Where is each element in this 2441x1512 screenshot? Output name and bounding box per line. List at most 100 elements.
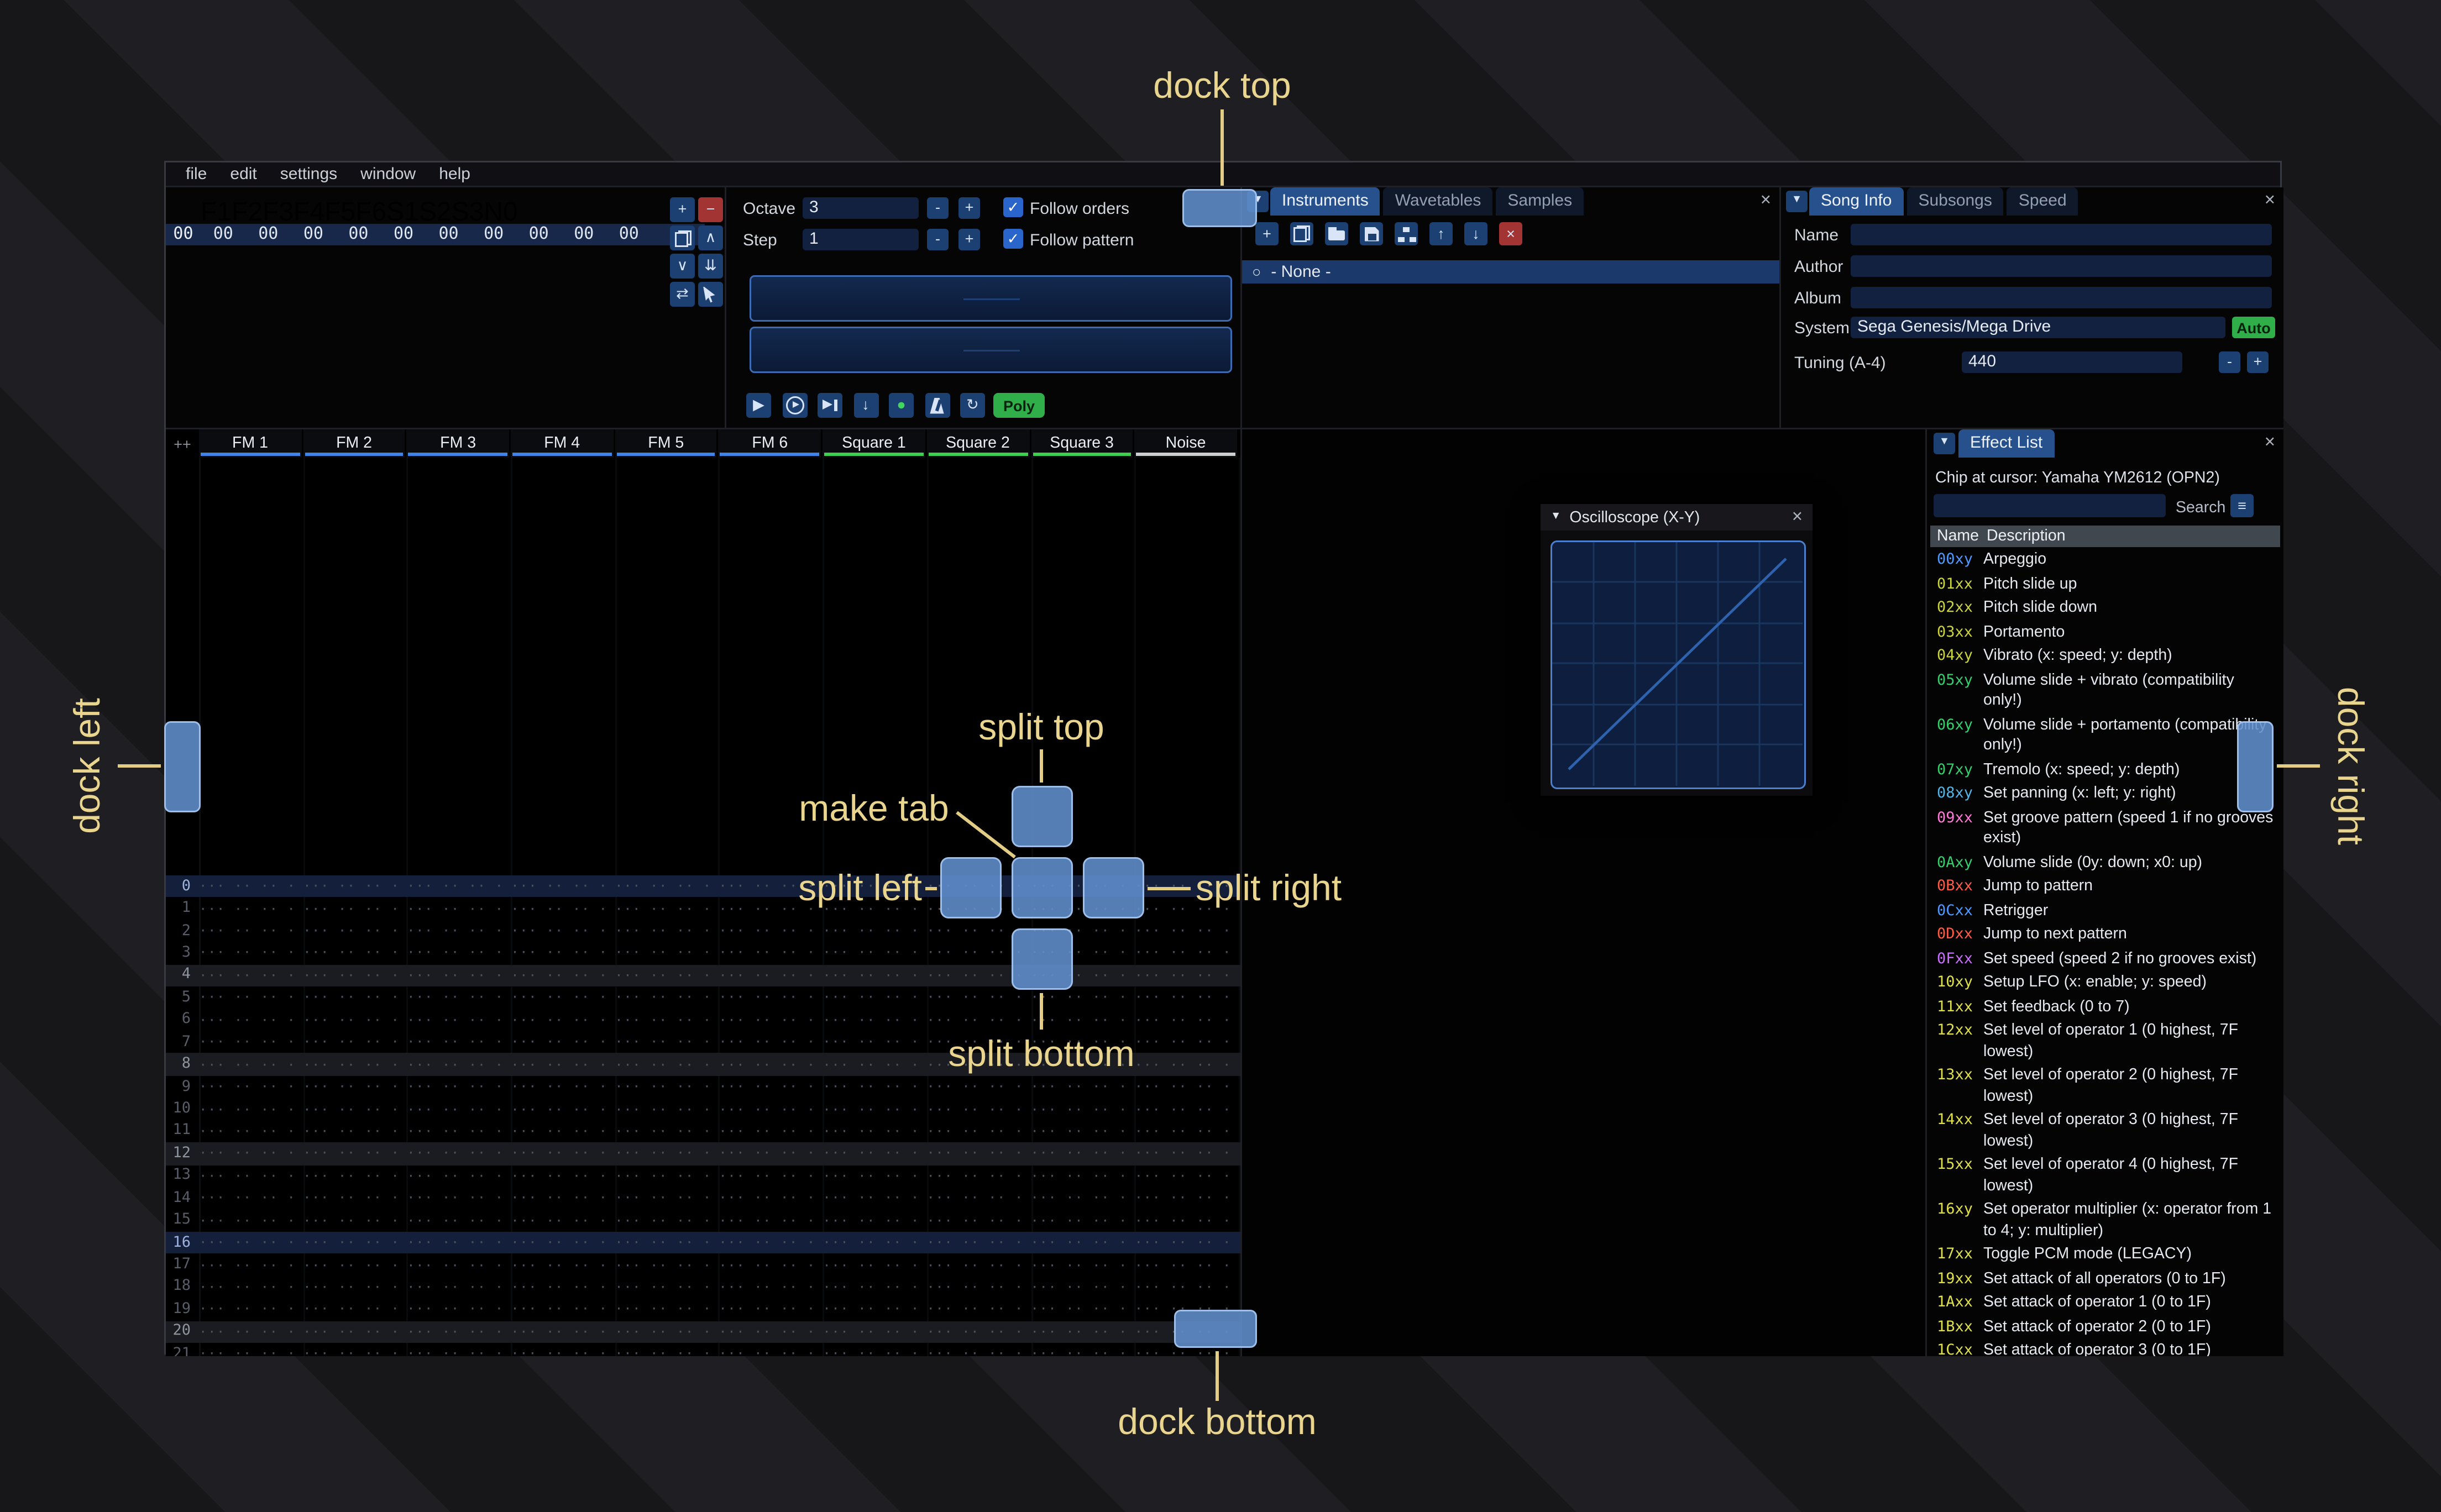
pattern-cell[interactable]: ··· ·· ·· ··· [402, 1102, 506, 1117]
pattern-cell[interactable]: ··· ·· ·· ··· [194, 1258, 298, 1273]
pattern-cell[interactable]: ··· ·· ·· ··· [818, 990, 921, 1005]
pattern-cell[interactable]: ··· ·· ·· ··· [298, 901, 402, 916]
order-cell[interactable]: 00 [471, 225, 516, 244]
song-author-input[interactable] [1851, 255, 2272, 277]
song-name-input[interactable] [1851, 224, 2272, 245]
effect-tab-list-button[interactable]: ▼ [1934, 433, 1955, 454]
pattern-cell[interactable]: ··· ·· ·· ··· [818, 1213, 921, 1228]
pattern-cell[interactable]: ··· ·· ·· ··· [402, 923, 506, 938]
pattern-cell[interactable]: ··· ·· ·· ··· [921, 1191, 1025, 1206]
move-instrument-up-button[interactable]: ↑ [1429, 222, 1453, 245]
order-cell[interactable]: 00 [291, 225, 336, 244]
menu-item-edit[interactable]: edit [218, 162, 268, 187]
duplicate-order-end-button[interactable]: ⇊ [698, 254, 723, 279]
oscilloscope-titlebar[interactable]: ▼ Oscilloscope (X-Y) × [1541, 504, 1813, 531]
pattern-cell[interactable]: ··· ·· ·· ··· [298, 968, 402, 983]
move-order-down-button[interactable]: ∨ [670, 254, 695, 279]
metronome-button[interactable] [924, 393, 950, 418]
pattern-cell[interactable]: ··· ·· ·· ··· [610, 1146, 714, 1161]
effect-row[interactable]: 10xy Setup LFO (x: enable; y: speed) [1930, 972, 2282, 996]
pattern-cell[interactable]: ··· ·· ·· ··· [298, 1012, 402, 1027]
dock-target-top[interactable] [1182, 189, 1257, 227]
pattern-cell[interactable]: ··· ·· ·· ··· [921, 1347, 1025, 1356]
pattern-cell[interactable]: ··· ·· ·· ··· [610, 1302, 714, 1317]
pattern-cell[interactable]: ··· ·· ·· ··· [610, 1280, 714, 1295]
pattern-cell[interactable]: ··· ·· ·· ··· [194, 946, 298, 960]
follow-orders-checkbox[interactable]: ✓ [1003, 197, 1023, 217]
pattern-cell[interactable]: ··· ·· ·· ··· [921, 1235, 1025, 1250]
pattern-cell[interactable]: ··· ·· ·· ··· [194, 1280, 298, 1295]
pattern-cell[interactable]: ··· ·· ·· ··· [818, 946, 921, 960]
pattern-cell[interactable]: ··· ·· ·· ··· [1026, 1280, 1130, 1295]
pattern-cell[interactable]: ··· ·· ·· ··· [1026, 1258, 1130, 1273]
pattern-cell[interactable]: ··· ·· ·· ··· [818, 1079, 921, 1094]
pattern-cell[interactable]: ··· ·· ·· ··· [1130, 968, 1234, 983]
pattern-cell[interactable]: ··· ·· ·· ··· [818, 1146, 921, 1161]
effect-row[interactable]: 19xx Set attack of all operators (0 to 1F… [1930, 1268, 2282, 1292]
pattern-cell[interactable]: ··· ·· ·· ··· [194, 968, 298, 983]
pattern-cell[interactable]: ··· ·· ·· ··· [610, 901, 714, 916]
pattern-cell[interactable]: ··· ·· ·· ··· [921, 946, 1025, 960]
pattern-cell[interactable]: ··· ·· ·· ··· [610, 879, 714, 894]
menu-item-settings[interactable]: settings [269, 162, 349, 187]
pattern-cell[interactable]: ··· ·· ·· ··· [714, 1280, 818, 1295]
effect-row[interactable]: 1Axx Set attack of operator 1 (0 to 1F) [1930, 1292, 2282, 1316]
pattern-cell[interactable]: ··· ·· ·· ··· [714, 1258, 818, 1273]
pattern-cell[interactable]: ··· ·· ·· ··· [1026, 1324, 1130, 1339]
tab-subsongs[interactable]: Subsongs [1906, 187, 2004, 216]
effect-row[interactable]: 08xy Set panning (x: left; y: right) [1930, 783, 2282, 807]
order-cell[interactable]: 00 [516, 225, 562, 244]
pattern-cell[interactable]: ··· ·· ·· ··· [194, 990, 298, 1005]
pattern-cell[interactable]: ··· ·· ·· ··· [298, 1191, 402, 1206]
pattern-cell[interactable]: ··· ·· ·· ··· [610, 1235, 714, 1250]
pattern-cell[interactable]: ··· ·· ·· ··· [194, 901, 298, 916]
effect-row[interactable]: 1Cxx Set attack of operator 3 (0 to 1F) [1930, 1340, 2282, 1356]
pattern-cell[interactable]: ··· ·· ·· ··· [1130, 1124, 1234, 1139]
pattern-cell[interactable]: ··· ·· ·· ··· [1130, 1057, 1234, 1072]
pattern-cell[interactable]: ··· ·· ·· ··· [194, 1146, 298, 1161]
pattern-cell[interactable]: ··· ·· ·· ··· [194, 1012, 298, 1027]
follow-pattern-checkbox[interactable]: ✓ [1003, 229, 1023, 249]
pattern-cell[interactable]: ··· ·· ·· ··· [402, 1035, 506, 1050]
close-icon[interactable]: × [2265, 189, 2275, 214]
pattern-cell[interactable]: ··· ·· ·· ··· [506, 1057, 610, 1072]
pattern-cell[interactable]: ··· ·· ·· ··· [818, 1102, 921, 1117]
effect-row[interactable]: 11xx Set feedback (0 to 7) [1930, 996, 2282, 1020]
pattern-cell[interactable]: ··· ·· ·· ··· [298, 1280, 402, 1295]
save-instrument-button[interactable] [1360, 222, 1383, 245]
add-order-button[interactable]: + [670, 197, 695, 222]
pattern-cell[interactable]: ··· ·· ·· ··· [506, 1079, 610, 1094]
pattern-cell[interactable]: ··· ·· ·· ··· [921, 1124, 1025, 1139]
pattern-cell[interactable]: ··· ·· ·· ··· [1130, 1235, 1234, 1250]
effect-row[interactable]: 0Dxx Jump to next pattern [1930, 923, 2282, 948]
pattern-cell[interactable]: ··· ·· ·· ··· [298, 1057, 402, 1072]
pattern-cell[interactable]: ··· ·· ·· ··· [610, 1347, 714, 1356]
pattern-cell[interactable]: ··· ·· ·· ··· [921, 1213, 1025, 1228]
step-decrease-button[interactable]: - [927, 229, 949, 250]
pattern-cell[interactable]: ··· ·· ·· ··· [506, 968, 610, 983]
pattern-cell[interactable]: ··· ·· ·· ··· [194, 1124, 298, 1139]
step-input[interactable]: 1 [803, 229, 919, 250]
pattern-cell[interactable]: ··· ·· ·· ··· [921, 990, 1025, 1005]
pattern-cell[interactable]: ··· ·· ·· ··· [194, 1347, 298, 1356]
pattern-cell[interactable]: ··· ·· ·· ··· [714, 1035, 818, 1050]
remove-order-button[interactable]: − [698, 197, 723, 222]
poly-toggle[interactable]: Poly [993, 393, 1045, 418]
pattern-cell[interactable]: ··· ·· ·· ··· [818, 1280, 921, 1295]
delete-instrument-button[interactable]: × [1499, 222, 1522, 245]
pattern-cell[interactable]: ··· ·· ·· ··· [714, 990, 818, 1005]
tab-song-info[interactable]: Song Info [1809, 187, 1904, 216]
pattern-cell[interactable]: ··· ·· ·· ··· [506, 990, 610, 1005]
pattern-cell[interactable]: ··· ·· ·· ··· [714, 1079, 818, 1094]
pattern-cell[interactable]: ··· ·· ·· ··· [1026, 1347, 1130, 1356]
pattern-cell[interactable]: ··· ·· ·· ··· [1026, 1168, 1130, 1183]
pattern-cell[interactable]: ··· ·· ·· ··· [1026, 1235, 1130, 1250]
tab-samples[interactable]: Samples [1496, 187, 1584, 216]
pattern-cell[interactable]: ··· ·· ·· ··· [298, 1235, 402, 1250]
pattern-cell[interactable]: ··· ·· ·· ··· [1130, 1191, 1234, 1206]
pattern-cell[interactable]: ··· ·· ·· ··· [194, 1102, 298, 1117]
pattern-cell[interactable]: ··· ·· ·· ··· [714, 1324, 818, 1339]
pattern-cell[interactable]: ··· ·· ·· ··· [402, 990, 506, 1005]
close-icon[interactable]: × [1761, 189, 1771, 214]
order-cell[interactable]: 00 [562, 225, 607, 244]
